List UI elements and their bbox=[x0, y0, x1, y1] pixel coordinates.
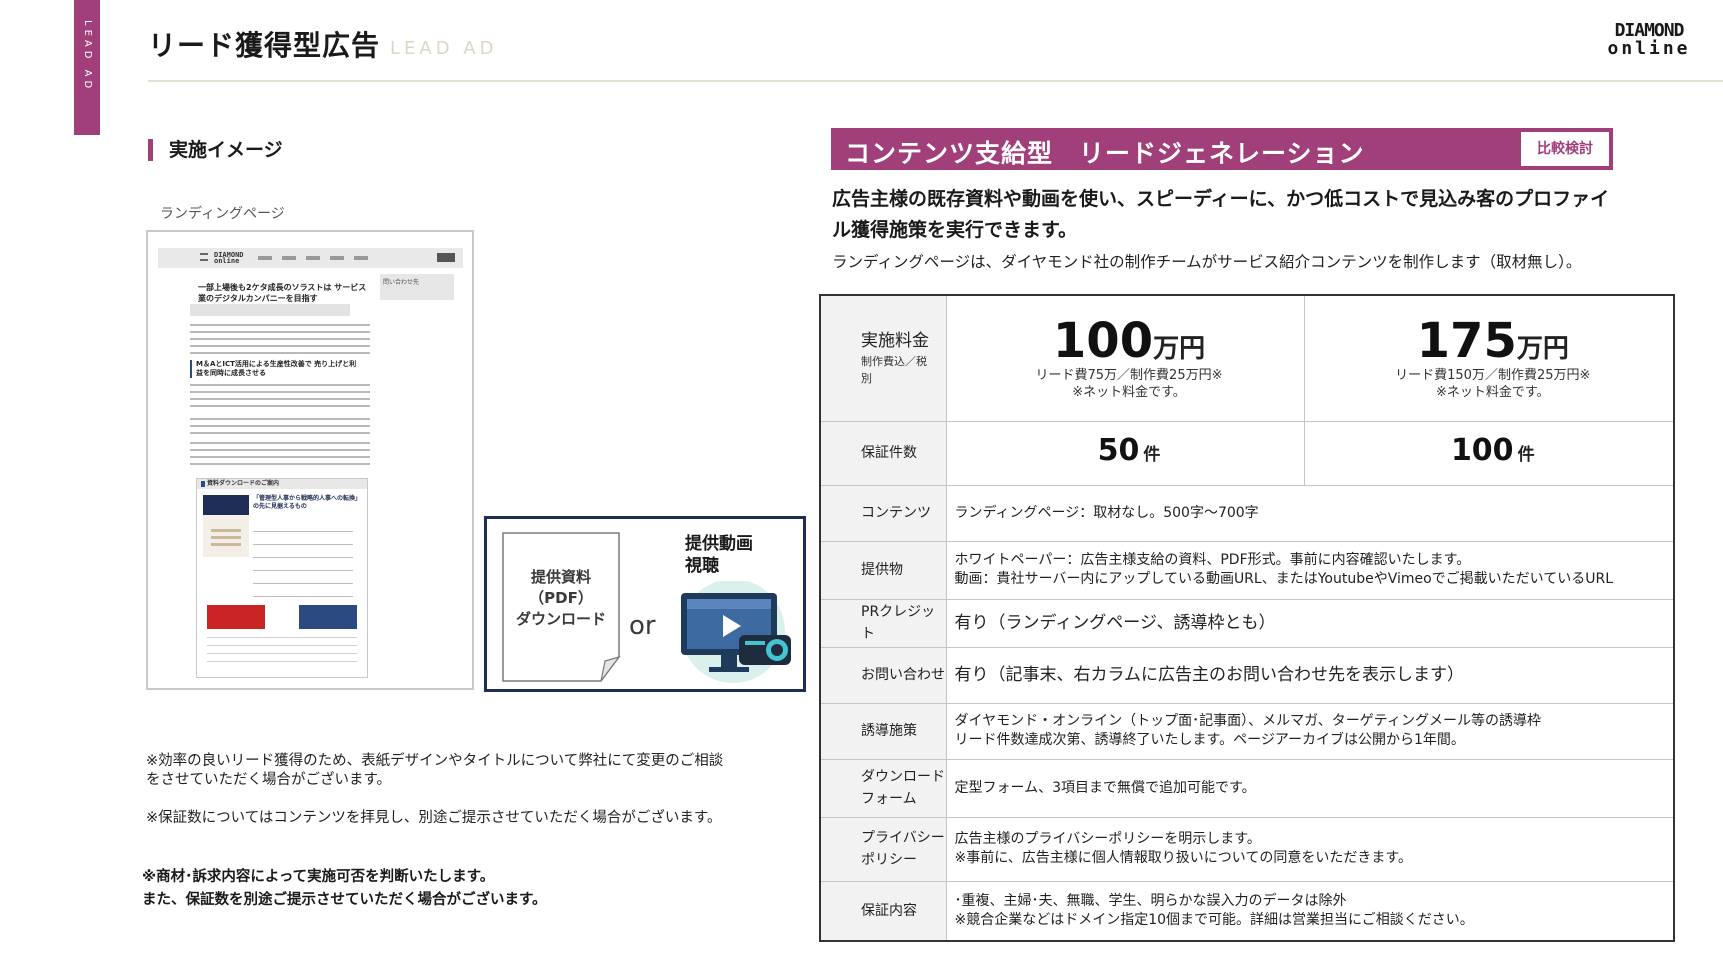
video-label: 提供動画 視聴 bbox=[685, 534, 753, 576]
row-label-inquiry: お問い合わせ bbox=[819, 646, 947, 704]
price-net-plan2: ※ネット料金です。 bbox=[1435, 385, 1550, 401]
row-value-content: ランディングページ：取材なし。500字～700字 bbox=[945, 484, 1675, 542]
offer-box: 提供資料 （PDF） ダウンロード or 提供動画 視聴 bbox=[484, 516, 806, 692]
mock-nav-button bbox=[437, 253, 455, 262]
price-cell-plan1: 100万円 リード費75万／制作費25万円※ ※ネット料金です。 bbox=[945, 294, 1305, 422]
table-row: 実施料金 制作費込／税別 100万円 リード費75万／制作費25万円※ ※ネット… bbox=[819, 294, 1675, 422]
count-cell-plan2: 100 件 bbox=[1303, 420, 1675, 486]
document-label: 提供資料 （PDF） ダウンロード bbox=[515, 568, 606, 628]
price-unit-plan2: 万円 bbox=[1516, 334, 1569, 365]
mock-text-block bbox=[190, 442, 370, 470]
mock-logo: DIAMOND online bbox=[214, 251, 244, 265]
side-tab-label: LEAD AD bbox=[82, 20, 93, 93]
row-value-download-form: 定型フォーム、3項目まで無償で追加可能です。 bbox=[945, 758, 1675, 818]
row-value-deliverables: ホワイトペーパー：広告主様支給の資料、PDF形式。事前に内容確認いたします。 動… bbox=[945, 540, 1675, 600]
plan-header: コンテンツ支給型 リードジェネレーション 比較検討 bbox=[831, 128, 1613, 170]
price-plan2: 175 bbox=[1416, 313, 1517, 370]
page-subtitle: LEAD AD bbox=[390, 38, 498, 59]
diamond-online-logo: DIAMOND online bbox=[1604, 22, 1694, 58]
mock-text-block bbox=[190, 384, 370, 412]
row-value-pr-credit: 有り（ランディングページ、誘導枠とも） bbox=[945, 598, 1675, 648]
table-row: PRクレジット 有り（ランディングページ、誘導枠とも） bbox=[819, 598, 1675, 648]
page-title: リード獲得型広告 bbox=[148, 29, 381, 62]
count-plan1: 50 bbox=[1097, 432, 1140, 468]
mock-headline: 一部上場後も2ケタ成長のソラストは サービス業のデジタルカンパニーを目指す bbox=[198, 283, 367, 303]
row-value-guarantee: ･重複、主婦･夫、無職、学生、明らかな誤入力のデータは除外 ※競合企業などはドメ… bbox=[945, 880, 1675, 942]
price-cell-plan2: 175万円 リード費150万／制作費25万円※ ※ネット料金です。 bbox=[1303, 294, 1675, 422]
landing-page-caption: ランディングページ bbox=[160, 206, 285, 222]
logo-line2: online bbox=[1607, 38, 1691, 59]
table-row: コンテンツ ランディングページ：取材なし。500字～700字 bbox=[819, 484, 1675, 542]
count-label: 保証件数 bbox=[819, 420, 947, 486]
price-detail-plan1: リード費75万／制作費25万円※ bbox=[1035, 368, 1223, 384]
spec-table: 実施料金 制作費込／税別 100万円 リード費75万／制作費25万円※ ※ネット… bbox=[819, 294, 1675, 942]
mock-text-block bbox=[190, 324, 370, 354]
table-row: お問い合わせ 有り（記事末、右カラムに広告主のお問い合わせ先を表示します） bbox=[819, 646, 1675, 704]
table-row: 提供物 ホワイトペーパー：広告主様支給の資料、PDF形式。事前に内容確認いたしま… bbox=[819, 540, 1675, 600]
or-label: or bbox=[629, 611, 656, 641]
row-value-privacy: 広告主様のプライバシーポリシーを明示します。 ※事前に、広告主様に個人情報取り扱… bbox=[945, 816, 1675, 882]
mock-download-box: 資料ダウンロードのご案内 「管理型人事から戦略的人事への転換」の先に見据えるもの bbox=[196, 478, 368, 678]
mock-gray-bar bbox=[190, 304, 350, 316]
mock-download-head: 資料ダウンロードのご案内 bbox=[197, 479, 367, 489]
row-value-promotion: ダイヤモンド・オンライン（トップ面･記事面）、メルマガ、ターゲティングメール等の… bbox=[945, 702, 1675, 760]
price-plan1: 100 bbox=[1052, 313, 1154, 370]
count-plan2: 100 bbox=[1450, 432, 1514, 468]
mock-side-box: 問い合わせ先 bbox=[380, 274, 454, 300]
mock-blue-button bbox=[299, 605, 357, 629]
price-unit-plan1: 万円 bbox=[1153, 334, 1206, 365]
side-tab: LEAD AD bbox=[74, 0, 100, 135]
projector-icon bbox=[739, 635, 791, 665]
price-label-cell: 実施料金 制作費込／税別 bbox=[819, 294, 947, 422]
lead-subtext: ランディングページは、ダイヤモンド社の制作チームがサービス紹介コンテンツを制作し… bbox=[832, 253, 1582, 271]
mock-subhead: M＆AとICT活用による生産性改善で 売り上げと利益を同時に成長させる bbox=[190, 360, 360, 378]
table-row: プライバシーポリシー 広告主様のプライバシーポリシーを明示します。 ※事前に、広… bbox=[819, 816, 1675, 882]
row-label-privacy: プライバシーポリシー bbox=[819, 816, 947, 882]
row-label-deliverables: 提供物 bbox=[819, 540, 947, 600]
table-row: ダウンロードフォーム 定型フォーム、3項目まで無償で追加可能です。 bbox=[819, 758, 1675, 818]
table-row: 誘導施策 ダイヤモンド・オンライン（トップ面･記事面）、メルマガ、ターゲティング… bbox=[819, 702, 1675, 760]
menu-icon bbox=[200, 253, 208, 261]
table-row: 保証件数 50 件 100 件 bbox=[819, 420, 1675, 486]
mock-form-lines bbox=[253, 531, 353, 601]
price-label: 実施料金 bbox=[861, 331, 929, 352]
mock-download-title: 「管理型人事から戦略的人事への転換」の先に見据えるもの bbox=[253, 495, 362, 510]
video-monitor-icon bbox=[681, 581, 791, 683]
header-divider bbox=[148, 80, 1723, 82]
row-label-guarantee: 保証内容 bbox=[819, 880, 947, 942]
section-title: 実施イメージ bbox=[148, 139, 283, 161]
mock-nav-bar: DIAMOND online bbox=[158, 248, 463, 268]
row-label-pr-credit: PRクレジット bbox=[819, 598, 947, 648]
count-unit-plan2: 件 bbox=[1517, 444, 1535, 465]
price-detail-plan2: リード費150万／制作費25万円※ bbox=[1395, 368, 1591, 384]
note-guarantee: ※保証数についてはコンテンツを拝見し、別途ご提示させていただく場合がございます。 bbox=[146, 810, 722, 826]
row-value-inquiry: 有り（記事末、右カラムに広告主のお問い合わせ先を表示します） bbox=[945, 646, 1675, 704]
plan-title: コンテンツ支給型 リードジェネレーション bbox=[845, 139, 1365, 168]
row-label-download-form: ダウンロードフォーム bbox=[819, 758, 947, 818]
row-label-promotion: 誘導施策 bbox=[819, 702, 947, 760]
compare-button[interactable]: 比較検討 bbox=[1520, 131, 1610, 167]
price-label-sub: 制作費込／税別 bbox=[861, 355, 927, 386]
note-bold: ※商材･訴求内容によって実施可否を判断いたします。 また、保証数を別途ご提示させ… bbox=[142, 869, 547, 908]
note-title-change: ※効率の良いリード獲得のため、表紙デザインやタイトルについて弊社にて変更のご相談… bbox=[146, 753, 724, 788]
price-net-plan1: ※ネット料金です。 bbox=[1072, 385, 1186, 401]
row-label-content: コンテンツ bbox=[819, 484, 947, 542]
mock-nav-links bbox=[258, 256, 378, 260]
mock-red-button bbox=[207, 605, 265, 629]
mock-text-block bbox=[190, 418, 370, 436]
count-cell-plan1: 50 件 bbox=[945, 420, 1305, 486]
mock-whitepaper-thumbnail bbox=[203, 495, 249, 557]
lead-text: 広告主様の既存資料や動画を使い、スピーディーに、かつ低コストで見込み客のプロファ… bbox=[832, 188, 1610, 241]
count-unit-plan1: 件 bbox=[1143, 444, 1161, 465]
table-row: 保証内容 ･重複、主婦･夫、無職、学生、明らかな誤入力のデータは除外 ※競合企業… bbox=[819, 880, 1675, 942]
mock-footer-lines bbox=[207, 637, 357, 669]
landing-page-mockup: DIAMOND online 一部上場後も2ケタ成長のソラストは サービス業のデジ… bbox=[146, 230, 474, 690]
